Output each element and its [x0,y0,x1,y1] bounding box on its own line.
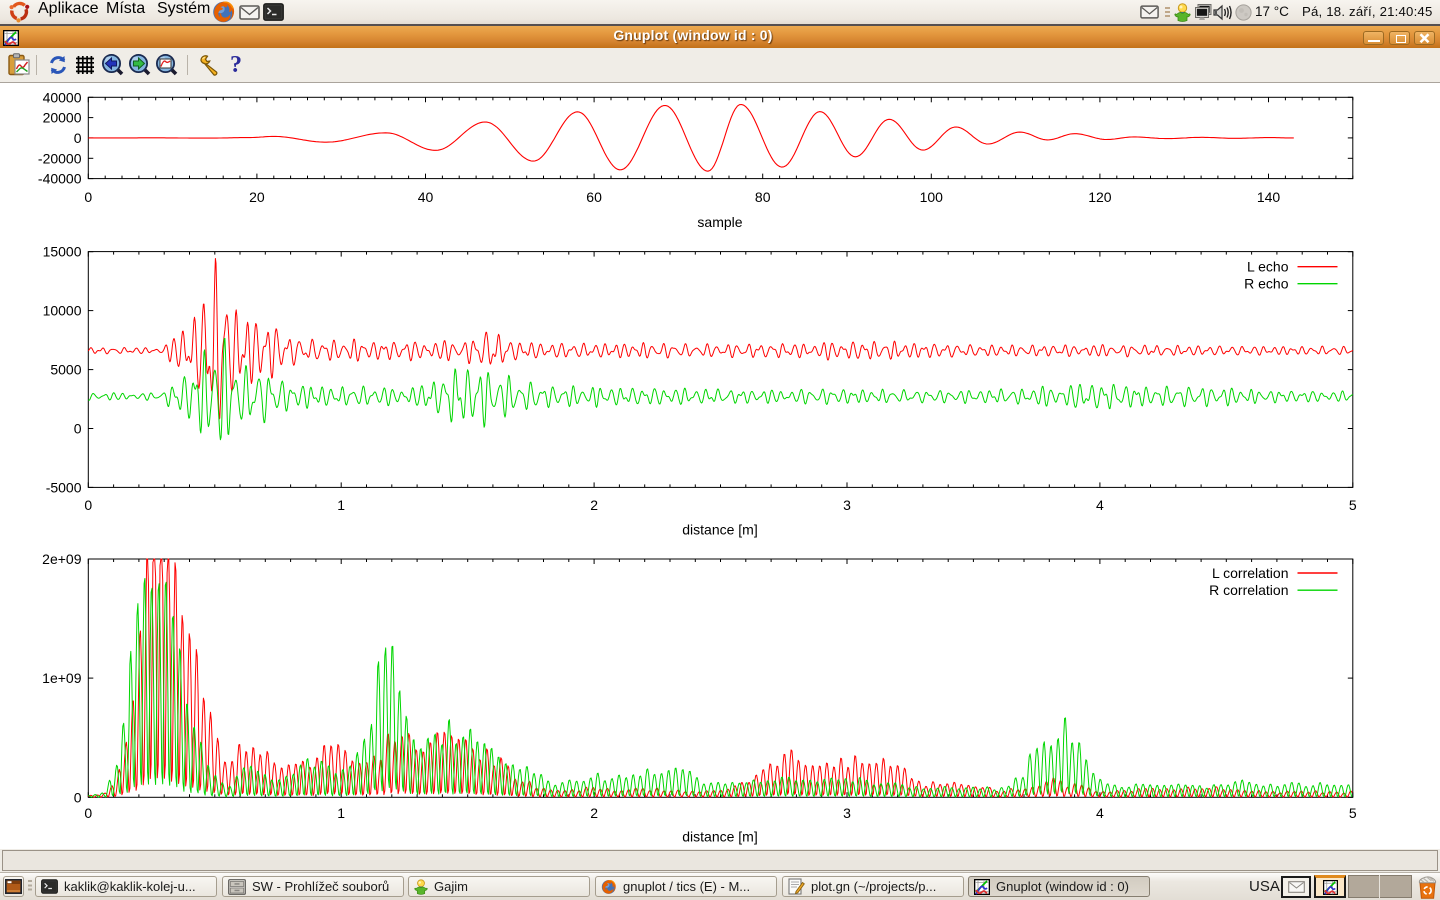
svg-text:120: 120 [1088,189,1112,205]
svg-text:0: 0 [74,421,82,437]
svg-text:60: 60 [586,189,602,205]
svg-text:1: 1 [337,497,345,513]
svg-text:0: 0 [84,497,92,513]
svg-text:R echo: R echo [1244,276,1289,292]
svg-text:4: 4 [1096,805,1104,821]
svg-text:-5000: -5000 [46,479,82,495]
svg-text:3: 3 [843,805,851,821]
svg-text:?: ? [230,53,242,77]
svg-text:10000: 10000 [43,303,82,319]
svg-text:distance [m]: distance [m] [682,829,757,845]
svg-text:5: 5 [1349,805,1357,821]
svg-text:1e+09: 1e+09 [42,670,82,686]
svg-text:5: 5 [1349,497,1357,513]
svg-text:3: 3 [843,497,851,513]
svg-text:2: 2 [590,497,598,513]
svg-text:80: 80 [755,189,771,205]
svg-text:R correlation: R correlation [1209,582,1288,598]
svg-text:0: 0 [84,805,92,821]
svg-text:1: 1 [337,805,345,821]
svg-text:140: 140 [1257,189,1281,205]
svg-text:4: 4 [1096,497,1104,513]
svg-text:40000: 40000 [43,89,82,105]
svg-text:-20000: -20000 [38,150,82,166]
svg-text:L echo: L echo [1247,259,1289,275]
svg-text:20: 20 [249,189,265,205]
svg-text:2e+09: 2e+09 [42,551,82,567]
svg-text:0: 0 [74,789,82,805]
svg-text:sample: sample [697,214,742,230]
svg-text:20000: 20000 [43,110,82,126]
svg-text:40: 40 [418,189,434,205]
svg-text:5000: 5000 [50,362,81,378]
svg-text:L correlation: L correlation [1212,565,1289,581]
svg-text:-40000: -40000 [38,171,82,187]
svg-text:distance [m]: distance [m] [682,522,757,538]
svg-text:0: 0 [84,189,92,205]
svg-text:15000: 15000 [43,244,82,260]
svg-text:2: 2 [590,805,598,821]
svg-text:0: 0 [74,130,82,146]
svg-text:100: 100 [920,189,944,205]
